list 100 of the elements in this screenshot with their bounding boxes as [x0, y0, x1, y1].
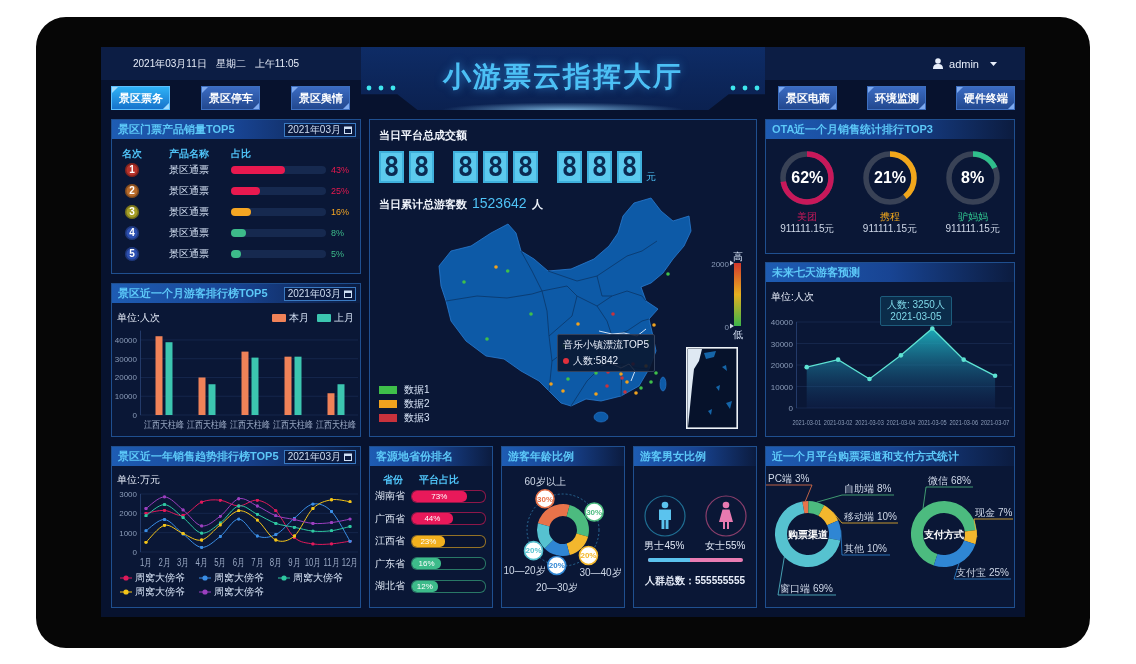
axis-label: 8月 — [269, 557, 282, 569]
legend-label: 周窝大傍爷 — [135, 571, 185, 585]
panel-title: 景区门票产品销量TOP5 — [118, 122, 235, 137]
legend-label: 数据1 — [404, 383, 430, 397]
category-label: 60岁以上 — [524, 476, 566, 487]
slice-label: 移动端 10% — [844, 511, 897, 522]
legend-label: 周窝大傍爷 — [214, 585, 264, 599]
data-point — [835, 357, 841, 362]
legend-label: 周窝大傍爷 — [135, 585, 185, 599]
axis-label: 0 — [132, 548, 137, 557]
data-label: 20% — [580, 551, 597, 561]
slice-label: 窗口端 69% — [780, 583, 833, 594]
product-name: 景区通票 — [168, 225, 210, 240]
share-fill: 12% — [412, 580, 438, 592]
chart-bar — [327, 393, 335, 415]
province-name: 江西省 — [375, 534, 406, 549]
share-fill: 16% — [412, 558, 442, 570]
product-name: 景区通票 — [168, 204, 210, 219]
value-bubble: 20% — [546, 555, 567, 576]
digit-tile: 8 — [483, 151, 508, 183]
product-name: 景区通票 — [168, 162, 210, 177]
column-header: 平台占比 — [418, 473, 460, 487]
panel-title: 近一个月平台购票渠道和支付方式统计 — [772, 449, 959, 464]
share-text: 25% — [330, 185, 350, 196]
axis-label: 0 — [132, 411, 137, 420]
axis-label: 20000 — [114, 373, 137, 383]
rank-number: 2 — [125, 183, 139, 198]
unit-label: 单位:万元 — [117, 473, 160, 487]
male-figure-icon — [643, 495, 686, 537]
axis-label: 10000 — [770, 382, 793, 392]
digit-tile: 8 — [409, 151, 434, 183]
nav-tab[interactable]: 景区舆情 — [291, 86, 350, 110]
province-name: 广东省 — [375, 556, 406, 571]
value-bubble: 30% — [584, 502, 604, 522]
nav-tab[interactable]: 环境监测 — [867, 86, 926, 110]
chart-bar — [251, 357, 259, 415]
amount-text: 911111.15元 — [862, 223, 918, 235]
axis-label: 江西天柱峰 — [230, 419, 270, 431]
data-point — [898, 353, 904, 358]
chart-bar — [294, 356, 302, 415]
unit-label: 单位:人次 — [771, 290, 814, 304]
axis-label: 5月 — [214, 557, 227, 569]
slice-label: 自助端 8% — [844, 483, 892, 494]
data-point — [930, 326, 935, 331]
user-menu[interactable]: admin — [933, 57, 997, 70]
panel-title: 景区近一年销售趋势排行榜TOP5 — [118, 449, 279, 464]
panel-title: OTA近一个月销售统计排行TOP3 — [772, 122, 933, 137]
gender-label: 男士45% — [644, 540, 685, 552]
amount-text: 911111.15元 — [780, 223, 835, 235]
tooltip-value: 人数:5842 — [573, 354, 619, 368]
currency-unit: 元 — [646, 171, 656, 183]
channel-name: 携程 — [880, 211, 900, 223]
axis-label: 10月 — [304, 557, 322, 569]
percent-text: 21% — [874, 169, 906, 187]
axis-label: 江西天柱峰 — [187, 419, 227, 431]
slice-label: 微信 68% — [928, 475, 971, 486]
nav-tab[interactable]: 硬件终端 — [956, 86, 1015, 110]
axis-label: 20000 — [770, 361, 793, 370]
axis-label: 30000 — [114, 354, 137, 364]
time-text: 上午11:05 — [254, 56, 300, 71]
date-picker[interactable]: 2021年03月 — [283, 122, 356, 137]
axis-label: 30000 — [770, 339, 793, 349]
turnover-label: 当日平台总成交额 — [379, 128, 468, 142]
rank-number: 5 — [125, 246, 139, 261]
digit-tile: 8 — [587, 151, 612, 183]
share-fill: 44% — [412, 513, 453, 525]
axis-label: 4月 — [195, 557, 208, 569]
dot-icon — [563, 358, 569, 364]
legend-label: 上月 — [334, 311, 354, 325]
column-header: 占比 — [231, 147, 252, 161]
tooltip-title: 音乐小镇漂流TOP5 — [563, 338, 649, 352]
calendar-icon — [344, 289, 352, 298]
data-label: 30% — [586, 507, 603, 517]
province-name: 湖南省 — [375, 489, 406, 504]
chart-bar — [208, 384, 216, 415]
tooltip-text: 2021-03-05 — [890, 311, 942, 323]
date-picker[interactable]: 2021年03月 — [283, 286, 356, 301]
user-icon — [933, 58, 944, 69]
unit-label: 单位:人次 — [117, 311, 160, 325]
nav-tab[interactable]: 景区停车 — [201, 86, 260, 110]
scale-label: 0 — [724, 323, 729, 332]
nav-tab[interactable]: 景区电商 — [778, 86, 837, 110]
visitors-label: 当日累计总游客数 — [379, 197, 467, 211]
category-label: 20—30岁 — [535, 582, 579, 593]
product-name: 景区通票 — [168, 183, 210, 198]
column-header: 产品名称 — [168, 147, 210, 161]
legend-label: 数据3 — [404, 411, 430, 425]
legend-label: 本月 — [289, 311, 309, 325]
calendar-icon — [344, 125, 352, 134]
digit-tile: 8 — [453, 151, 478, 183]
share-text: 5% — [330, 248, 345, 259]
axis-label: 江西天柱峰 — [273, 419, 313, 431]
value-bubble: 20% — [578, 545, 599, 566]
axis-label: 40000 — [770, 318, 793, 327]
category-label: 30—40岁 — [579, 567, 622, 578]
chart-bar — [284, 356, 292, 415]
date-picker[interactable]: 2021年03月 — [283, 449, 356, 464]
donut-center-label: 支付方式 — [924, 528, 964, 540]
axis-label: 3000 — [119, 490, 137, 499]
axis-label: 40000 — [114, 336, 137, 345]
